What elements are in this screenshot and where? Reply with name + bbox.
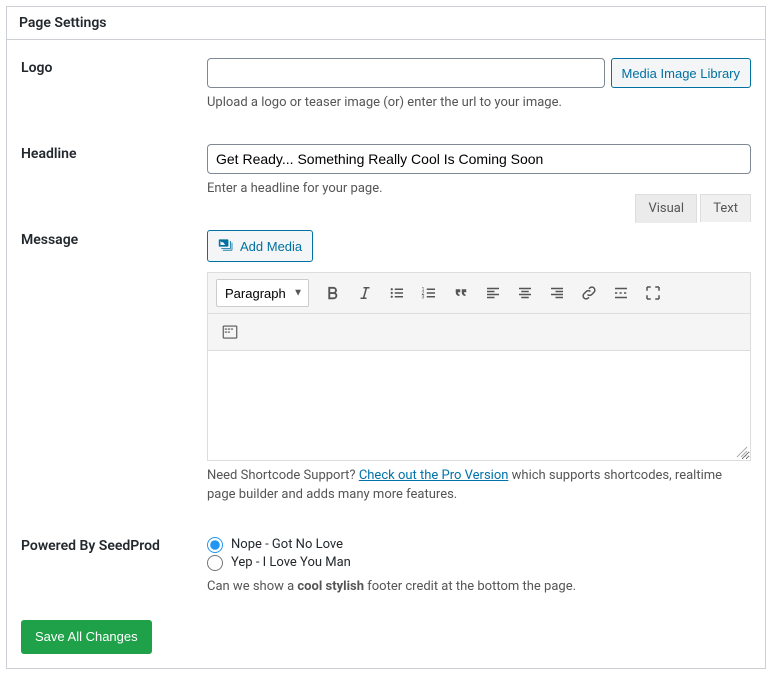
powered-description: Can we show a cool stylish footer credit…	[207, 578, 751, 596]
message-editor[interactable]	[207, 351, 751, 461]
radio-yep[interactable]: Yep - I Love You Man	[207, 554, 751, 572]
bullet-list-icon[interactable]	[383, 279, 411, 307]
editor-toolbar: Paragraph ▼ 123	[207, 272, 751, 314]
editor-tabs: Visual Text	[635, 194, 751, 223]
tab-text[interactable]: Text	[700, 194, 751, 222]
add-media-label: Add Media	[240, 239, 302, 254]
format-select[interactable]: Paragraph	[216, 279, 309, 307]
page-settings-panel: Page Settings Logo Media Image Library U…	[6, 6, 766, 669]
radio-nope-label: Nope - Got No Love	[231, 537, 343, 552]
align-left-icon[interactable]	[479, 279, 507, 307]
bold-icon[interactable]	[319, 279, 347, 307]
headline-input[interactable]	[207, 144, 751, 174]
align-right-icon[interactable]	[543, 279, 571, 307]
message-help: Need Shortcode Support? Check out the Pr…	[207, 467, 751, 503]
italic-icon[interactable]	[351, 279, 379, 307]
logo-label: Logo	[7, 40, 207, 126]
panel-title: Page Settings	[19, 15, 753, 31]
numbered-list-icon[interactable]: 123	[415, 279, 443, 307]
blockquote-icon[interactable]	[447, 279, 475, 307]
panel-header: Page Settings	[7, 7, 765, 40]
message-label: Message	[7, 212, 207, 517]
radio-nope[interactable]: Nope - Got No Love	[207, 536, 751, 554]
settings-table: Logo Media Image Library Upload a logo o…	[7, 40, 765, 610]
resize-handle-icon[interactable]	[736, 446, 748, 458]
fullscreen-icon[interactable]	[639, 279, 667, 307]
svg-text:3: 3	[422, 295, 425, 301]
save-button[interactable]: Save All Changes	[21, 620, 152, 654]
tab-visual[interactable]: Visual	[635, 194, 697, 223]
media-library-button[interactable]: Media Image Library	[611, 58, 752, 88]
logo-input[interactable]	[207, 58, 605, 88]
logo-description: Upload a logo or teaser image (or) enter…	[207, 94, 751, 112]
radio-nope-input[interactable]	[207, 537, 223, 553]
powered-label: Powered By SeedProd	[7, 518, 207, 610]
media-icon	[218, 237, 234, 256]
headline-label: Headline	[7, 126, 207, 212]
read-more-icon[interactable]	[607, 279, 635, 307]
radio-yep-label: Yep - I Love You Man	[231, 555, 351, 570]
align-center-icon[interactable]	[511, 279, 539, 307]
editor-wrap: Paragraph ▼ 123	[207, 272, 751, 461]
pro-version-link[interactable]: Check out the Pro Version	[359, 468, 509, 483]
editor-toolbar-row2	[207, 314, 751, 351]
toolbar-toggle-icon[interactable]	[216, 318, 244, 346]
message-help-prefix: Need Shortcode Support?	[207, 468, 359, 483]
link-icon[interactable]	[575, 279, 603, 307]
add-media-button[interactable]: Add Media	[207, 230, 313, 262]
radio-yep-input[interactable]	[207, 555, 223, 571]
